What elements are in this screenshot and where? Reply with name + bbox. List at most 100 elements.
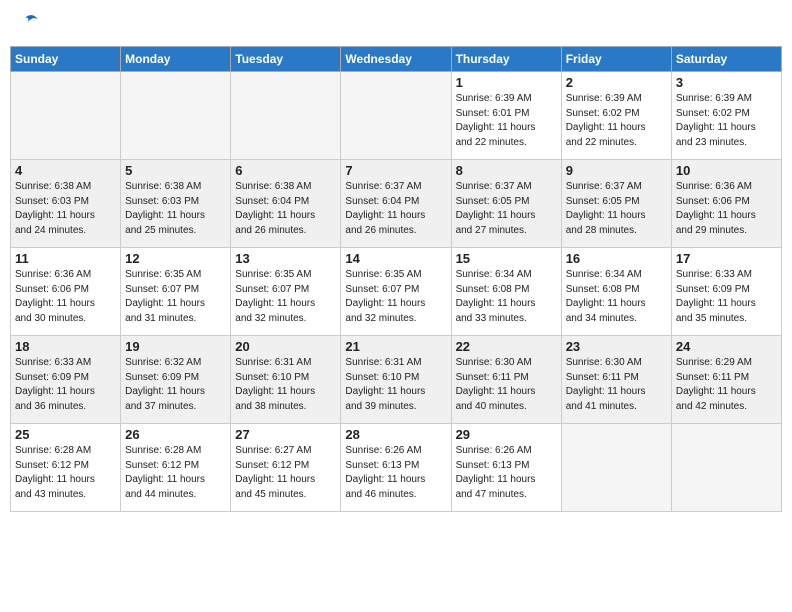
day-number: 8	[456, 163, 557, 178]
day-info: Sunrise: 6:38 AMSunset: 6:04 PMDaylight:…	[235, 180, 336, 238]
day-number: 25	[15, 427, 116, 442]
day-info: Sunrise: 6:39 AMSunset: 6:01 PMDaylight:…	[456, 92, 557, 150]
day-number: 5	[125, 163, 226, 178]
day-info: Sunrise: 6:37 AMSunset: 6:05 PMDaylight:…	[456, 180, 557, 238]
day-info: Sunrise: 6:33 AMSunset: 6:09 PMDaylight:…	[676, 268, 777, 326]
weekday-header-friday: Friday	[561, 47, 671, 72]
page-header	[10, 10, 782, 38]
day-number: 12	[125, 251, 226, 266]
calendar-cell: 13 Sunrise: 6:35 AMSunset: 6:07 PMDayligh…	[231, 248, 341, 336]
day-number: 28	[345, 427, 446, 442]
calendar-cell	[11, 72, 121, 160]
calendar-cell: 9 Sunrise: 6:37 AMSunset: 6:05 PMDaylight…	[561, 160, 671, 248]
calendar-cell	[671, 424, 781, 512]
calendar-cell: 8 Sunrise: 6:37 AMSunset: 6:05 PMDaylight…	[451, 160, 561, 248]
weekday-header-tuesday: Tuesday	[231, 47, 341, 72]
day-number: 27	[235, 427, 336, 442]
day-number: 10	[676, 163, 777, 178]
calendar-cell: 19 Sunrise: 6:32 AMSunset: 6:09 PMDayligh…	[121, 336, 231, 424]
calendar-cell: 22 Sunrise: 6:30 AMSunset: 6:11 PMDayligh…	[451, 336, 561, 424]
day-info: Sunrise: 6:37 AMSunset: 6:05 PMDaylight:…	[566, 180, 667, 238]
calendar-cell: 27 Sunrise: 6:27 AMSunset: 6:12 PMDayligh…	[231, 424, 341, 512]
day-number: 13	[235, 251, 336, 266]
day-info: Sunrise: 6:35 AMSunset: 6:07 PMDaylight:…	[235, 268, 336, 326]
calendar-cell: 3 Sunrise: 6:39 AMSunset: 6:02 PMDaylight…	[671, 72, 781, 160]
week-row-3: 11 Sunrise: 6:36 AMSunset: 6:06 PMDayligh…	[11, 248, 782, 336]
calendar-cell: 25 Sunrise: 6:28 AMSunset: 6:12 PMDayligh…	[11, 424, 121, 512]
week-row-1: 1 Sunrise: 6:39 AMSunset: 6:01 PMDaylight…	[11, 72, 782, 160]
weekday-header-monday: Monday	[121, 47, 231, 72]
day-info: Sunrise: 6:31 AMSunset: 6:10 PMDaylight:…	[345, 356, 446, 414]
calendar-cell: 18Sunrise: 6:33 AMSunset: 6:09 PMDayligh…	[11, 336, 121, 424]
day-info: Sunrise: 6:30 AMSunset: 6:11 PMDaylight:…	[456, 356, 557, 414]
day-number: 15	[456, 251, 557, 266]
day-number: 3	[676, 75, 777, 90]
day-number: 2	[566, 75, 667, 90]
calendar-cell: 21 Sunrise: 6:31 AMSunset: 6:10 PMDayligh…	[341, 336, 451, 424]
calendar-cell: 10 Sunrise: 6:36 AMSunset: 6:06 PMDayligh…	[671, 160, 781, 248]
day-info: Sunrise: 6:32 AMSunset: 6:09 PMDaylight:…	[125, 356, 226, 414]
day-info: Sunrise: 6:36 AMSunset: 6:06 PMDaylight:…	[15, 268, 116, 326]
calendar-cell: 12 Sunrise: 6:35 AMSunset: 6:07 PMDayligh…	[121, 248, 231, 336]
day-number: 6	[235, 163, 336, 178]
day-info: Sunrise: 6:26 AMSunset: 6:13 PMDaylight:…	[345, 444, 446, 502]
day-number: 22	[456, 339, 557, 354]
day-info: Sunrise: 6:35 AMSunset: 6:07 PMDaylight:…	[345, 268, 446, 326]
day-info: Sunrise: 6:28 AMSunset: 6:12 PMDaylight:…	[15, 444, 116, 502]
calendar-cell: 4 Sunrise: 6:38 AMSunset: 6:03 PMDaylight…	[11, 160, 121, 248]
day-info: Sunrise: 6:38 AMSunset: 6:03 PMDaylight:…	[15, 180, 116, 238]
day-info: Sunrise: 6:39 AMSunset: 6:02 PMDaylight:…	[566, 92, 667, 150]
day-info: Sunrise: 6:27 AMSunset: 6:12 PMDaylight:…	[235, 444, 336, 502]
calendar-cell: 29Sunrise: 6:26 AMSunset: 6:13 PMDayligh…	[451, 424, 561, 512]
weekday-header-saturday: Saturday	[671, 47, 781, 72]
weekday-header-thursday: Thursday	[451, 47, 561, 72]
day-info: Sunrise: 6:36 AMSunset: 6:06 PMDaylight:…	[676, 180, 777, 238]
calendar-table: SundayMondayTuesdayWednesdayThursdayFrid…	[10, 46, 782, 512]
day-info: Sunrise: 6:39 AMSunset: 6:02 PMDaylight:…	[676, 92, 777, 150]
logo	[10, 10, 40, 38]
day-number: 21	[345, 339, 446, 354]
day-number: 11	[15, 251, 116, 266]
day-info: Sunrise: 6:35 AMSunset: 6:07 PMDaylight:…	[125, 268, 226, 326]
calendar-cell: 14 Sunrise: 6:35 AMSunset: 6:07 PMDayligh…	[341, 248, 451, 336]
day-number: 4	[15, 163, 116, 178]
day-info: Sunrise: 6:34 AMSunset: 6:08 PMDaylight:…	[566, 268, 667, 326]
day-number: 16	[566, 251, 667, 266]
week-row-2: 4 Sunrise: 6:38 AMSunset: 6:03 PMDaylight…	[11, 160, 782, 248]
day-number: 19	[125, 339, 226, 354]
calendar-cell: 2 Sunrise: 6:39 AMSunset: 6:02 PMDaylight…	[561, 72, 671, 160]
day-info: Sunrise: 6:34 AMSunset: 6:08 PMDaylight:…	[456, 268, 557, 326]
week-row-4: 18Sunrise: 6:33 AMSunset: 6:09 PMDayligh…	[11, 336, 782, 424]
day-number: 26	[125, 427, 226, 442]
day-number: 29	[456, 427, 557, 442]
day-number: 17	[676, 251, 777, 266]
calendar-cell: 26 Sunrise: 6:28 AMSunset: 6:12 PMDayligh…	[121, 424, 231, 512]
header-row: SundayMondayTuesdayWednesdayThursdayFrid…	[11, 47, 782, 72]
weekday-header-wednesday: Wednesday	[341, 47, 451, 72]
day-number: 14	[345, 251, 446, 266]
day-info: Sunrise: 6:28 AMSunset: 6:12 PMDaylight:…	[125, 444, 226, 502]
logo-icon	[12, 10, 40, 38]
calendar-cell: 7Sunrise: 6:37 AMSunset: 6:04 PMDaylight…	[341, 160, 451, 248]
day-number: 18	[15, 339, 116, 354]
calendar-cell	[231, 72, 341, 160]
day-number: 23	[566, 339, 667, 354]
day-number: 1	[456, 75, 557, 90]
calendar-cell: 15 Sunrise: 6:34 AMSunset: 6:08 PMDayligh…	[451, 248, 561, 336]
calendar-cell: 17 Sunrise: 6:33 AMSunset: 6:09 PMDayligh…	[671, 248, 781, 336]
day-info: Sunrise: 6:37 AMSunset: 6:04 PMDaylight:…	[345, 180, 446, 238]
day-number: 20	[235, 339, 336, 354]
calendar-cell: 6 Sunrise: 6:38 AMSunset: 6:04 PMDaylight…	[231, 160, 341, 248]
day-info: Sunrise: 6:29 AMSunset: 6:11 PMDaylight:…	[676, 356, 777, 414]
day-number: 9	[566, 163, 667, 178]
weekday-header-sunday: Sunday	[11, 47, 121, 72]
calendar-cell	[561, 424, 671, 512]
calendar-cell	[121, 72, 231, 160]
calendar-cell: 16 Sunrise: 6:34 AMSunset: 6:08 PMDayligh…	[561, 248, 671, 336]
calendar-cell: 20 Sunrise: 6:31 AMSunset: 6:10 PMDayligh…	[231, 336, 341, 424]
day-info: Sunrise: 6:31 AMSunset: 6:10 PMDaylight:…	[235, 356, 336, 414]
week-row-5: 25 Sunrise: 6:28 AMSunset: 6:12 PMDayligh…	[11, 424, 782, 512]
calendar-cell: 28 Sunrise: 6:26 AMSunset: 6:13 PMDayligh…	[341, 424, 451, 512]
calendar-cell: 24 Sunrise: 6:29 AMSunset: 6:11 PMDayligh…	[671, 336, 781, 424]
day-number: 24	[676, 339, 777, 354]
